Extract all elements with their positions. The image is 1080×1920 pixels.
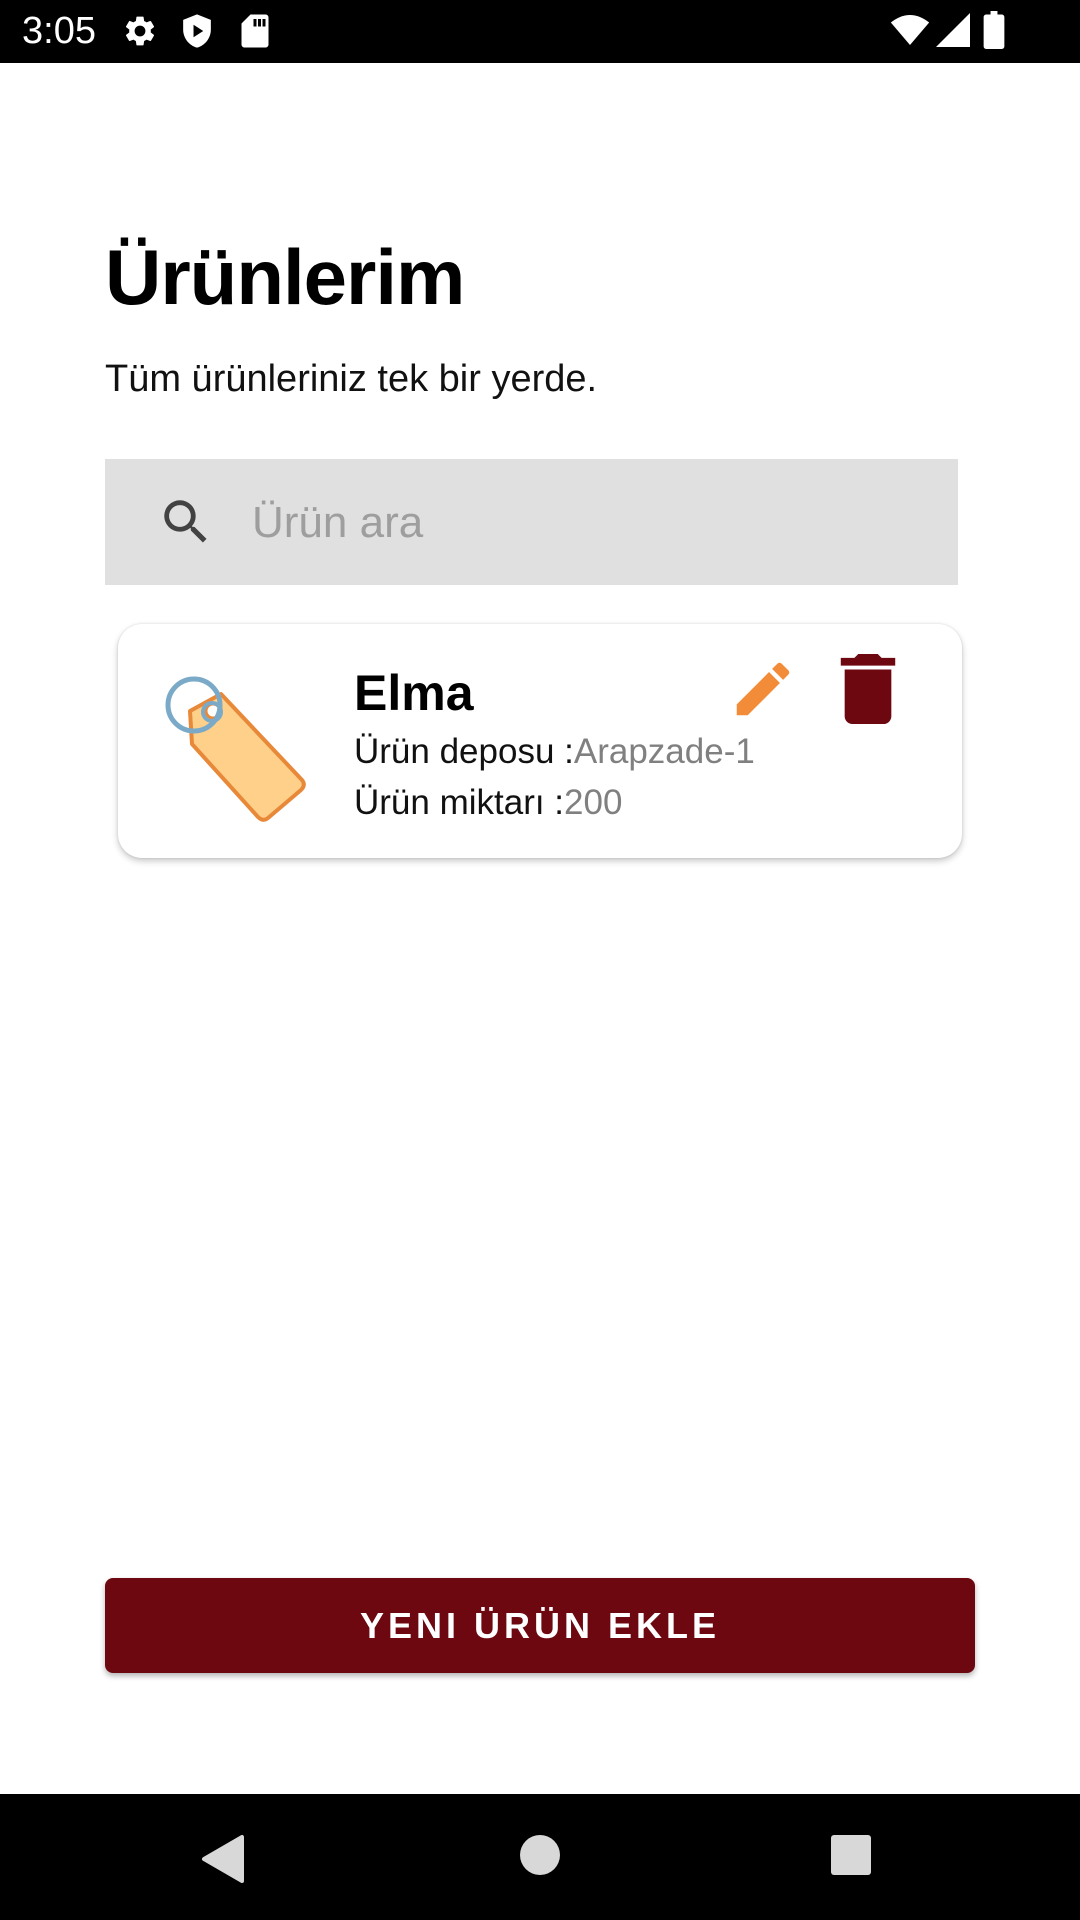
product-card[interactable]: Elma Ürün deposu :Arapzade-1 Ürün miktar… bbox=[118, 624, 962, 858]
product-depot: Ürün deposu :Arapzade-1 bbox=[354, 731, 755, 773]
home-icon[interactable] bbox=[519, 1834, 561, 1876]
sd-card-icon bbox=[241, 14, 269, 48]
trash-icon bbox=[840, 654, 896, 724]
status-time: 3:05 bbox=[22, 10, 96, 52]
navigation-bar bbox=[0, 1794, 1080, 1920]
signal-icon bbox=[936, 13, 970, 47]
product-quantity-label: Ürün miktarı : bbox=[354, 783, 565, 822]
search-icon bbox=[164, 500, 207, 543]
edit-button[interactable] bbox=[728, 654, 798, 724]
product-depot-value: Arapzade-1 bbox=[573, 732, 755, 771]
search-input[interactable] bbox=[250, 483, 934, 563]
wifi-icon bbox=[890, 15, 930, 45]
product-depot-label: Ürün deposu : bbox=[354, 732, 574, 771]
back-icon[interactable] bbox=[200, 1834, 246, 1884]
search-bar[interactable] bbox=[105, 459, 958, 585]
status-bar: 3:05 bbox=[0, 0, 1080, 63]
battery-icon bbox=[983, 11, 1005, 49]
play-protect-icon bbox=[183, 14, 211, 48]
product-quantity: Ürün miktarı :200 bbox=[354, 782, 622, 824]
product-quantity-value: 200 bbox=[564, 783, 623, 822]
page-title: Ürünlerim bbox=[105, 233, 465, 321]
recents-icon[interactable] bbox=[830, 1834, 872, 1876]
delete-button[interactable] bbox=[838, 654, 898, 724]
page-subtitle: Tüm ürünleriniz tek bir yerde. bbox=[105, 358, 598, 400]
product-name: Elma bbox=[354, 665, 474, 721]
settings-icon bbox=[125, 16, 155, 46]
pencil-icon bbox=[736, 662, 790, 716]
price-tag-icon bbox=[165, 676, 306, 822]
add-product-button[interactable]: YENI ÜRÜN EKLE bbox=[105, 1578, 975, 1673]
